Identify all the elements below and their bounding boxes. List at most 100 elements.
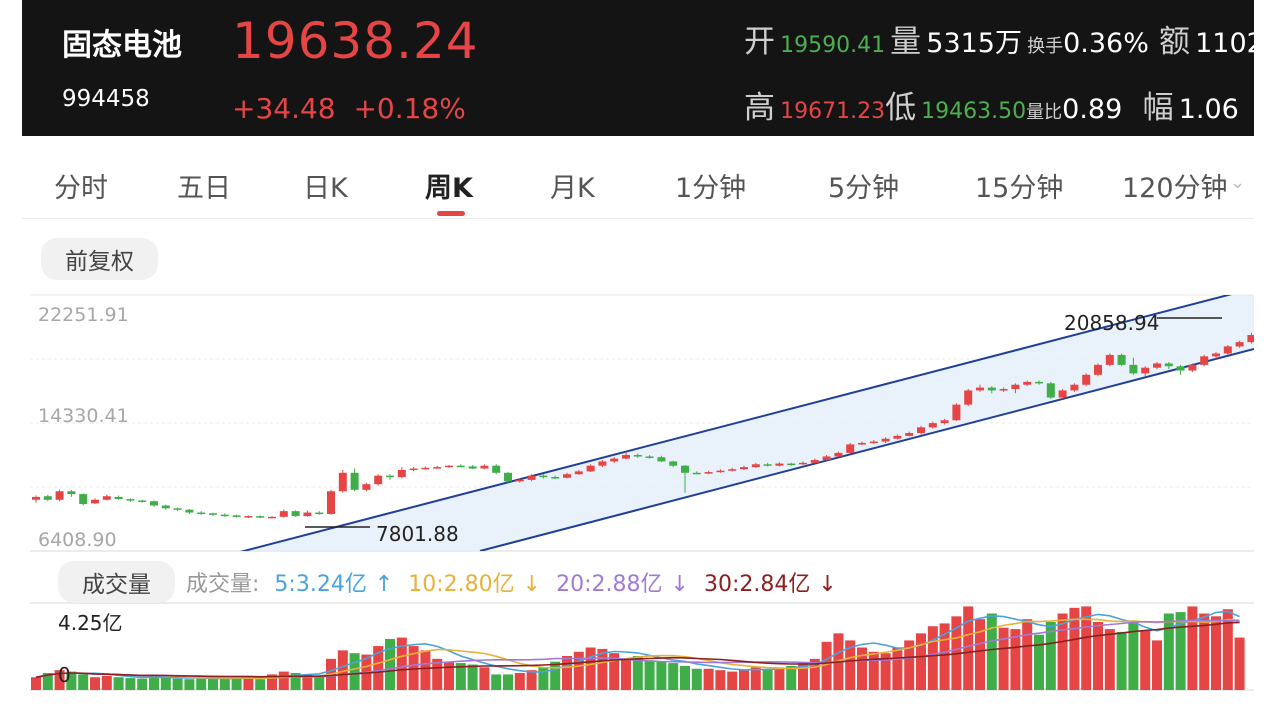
volume-bar <box>113 677 124 690</box>
high-annotation: 20858.94 <box>1064 311 1159 335</box>
candle-body <box>574 471 583 475</box>
candle <box>468 464 477 470</box>
candle <box>480 464 489 470</box>
volume-bar <box>715 670 726 690</box>
candle-body <box>91 499 99 504</box>
candle <box>315 511 324 515</box>
volume-bar <box>1163 613 1174 690</box>
candle-body <box>964 390 973 405</box>
candle <box>362 482 371 492</box>
volume-bar <box>1140 630 1151 690</box>
candle-body <box>386 475 394 478</box>
candle <box>279 509 288 518</box>
candle-body <box>822 456 831 461</box>
candle-body <box>338 472 347 492</box>
volume-bar <box>1234 637 1245 690</box>
candle-body <box>1035 381 1043 384</box>
volume-bar <box>1104 629 1115 690</box>
volume-bar <box>762 668 773 690</box>
candle-body <box>185 509 194 513</box>
candle <box>338 469 347 493</box>
candle-body <box>374 475 383 485</box>
volume-bar <box>703 668 714 690</box>
candle <box>504 472 512 483</box>
candle <box>185 509 194 514</box>
candle-body <box>303 512 312 517</box>
volume-bar <box>526 670 537 690</box>
candle <box>91 498 99 505</box>
volume-bar <box>255 679 266 690</box>
volume-panel-label[interactable]: 成交量 <box>58 561 175 603</box>
candle <box>433 465 442 469</box>
volume-bar <box>680 665 690 690</box>
volume-bar <box>868 651 879 690</box>
candle-body <box>633 455 642 457</box>
candle <box>1046 381 1055 399</box>
candle <box>846 442 855 454</box>
volume-bar <box>1093 622 1103 690</box>
candle <box>964 389 973 407</box>
candle-body <box>999 389 1008 391</box>
candle-body <box>279 511 288 517</box>
candle-body <box>327 491 335 514</box>
candle <box>952 403 961 421</box>
candle-body <box>515 479 524 482</box>
volume-bar <box>314 675 325 690</box>
candle-body <box>102 496 111 500</box>
low-annotation: 7801.88 <box>376 522 459 546</box>
candle-body <box>409 468 418 471</box>
candle-body <box>268 516 276 519</box>
volume-bar <box>986 613 997 690</box>
candle-body <box>232 515 241 517</box>
y-axis-label-top: 22251.91 <box>38 304 129 326</box>
candle-body <box>1188 364 1197 371</box>
volume-bar <box>479 667 490 690</box>
candle <box>150 500 158 507</box>
volume-bar <box>31 677 41 690</box>
candle <box>1105 353 1114 367</box>
candle-body <box>161 505 170 509</box>
candle-body <box>751 464 760 468</box>
candle <box>1200 354 1209 367</box>
candle-body <box>1176 366 1185 371</box>
volume-bar <box>491 674 502 690</box>
candle-body <box>1129 364 1138 374</box>
volume-bar <box>750 667 761 690</box>
volume-bar <box>219 678 230 690</box>
volume-ma-legend: 成交量: 5:3.24亿 ↑ 10:2.80亿 ↓ 20:2.88亿 ↓ 30:2.8… <box>186 566 845 598</box>
candle <box>409 467 418 472</box>
candle-body <box>740 467 748 470</box>
candle-body <box>704 472 713 474</box>
candle <box>1223 344 1232 355</box>
kline-chart[interactable]: 22251.91 14330.41 6408.90 7801.88 20858.… <box>0 0 1280 722</box>
candle-body <box>362 484 371 490</box>
candle-body <box>1164 363 1173 367</box>
volume-bar <box>184 679 195 690</box>
candle-body <box>126 499 135 501</box>
candle-body <box>114 496 123 500</box>
volume-bar <box>857 647 867 690</box>
candle-body <box>173 508 182 510</box>
volume-bar <box>585 647 596 690</box>
candle <box>32 495 40 503</box>
candle-body <box>209 513 217 515</box>
candle-body <box>480 465 489 469</box>
volume-bar <box>243 678 254 690</box>
volume-bar <box>385 639 395 690</box>
volume-bar <box>562 656 572 690</box>
candle-body <box>256 516 265 518</box>
candle-body <box>917 427 925 434</box>
candle-body <box>1223 346 1232 354</box>
volume-bar <box>349 653 360 690</box>
volume-bar <box>90 677 100 690</box>
volume-bar <box>78 674 89 690</box>
candle-body <box>504 472 512 482</box>
candle <box>327 489 335 515</box>
candle-body <box>728 469 737 471</box>
volume-bar <box>644 660 655 690</box>
candle-body <box>55 491 64 500</box>
candle-body <box>976 387 984 391</box>
candle <box>209 512 217 517</box>
candle-body <box>881 438 890 442</box>
candle <box>67 489 76 497</box>
